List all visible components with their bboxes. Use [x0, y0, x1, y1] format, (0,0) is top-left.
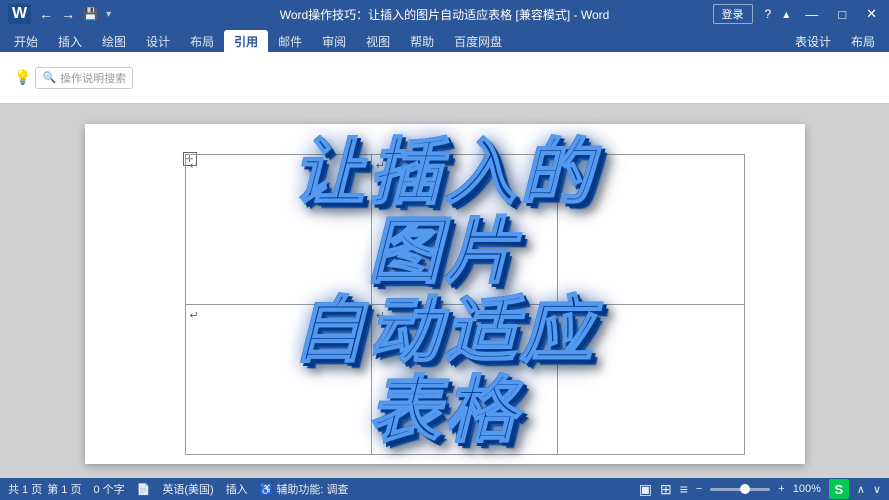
tab-mailings[interactable]: 邮件: [268, 30, 312, 52]
tab-insert[interactable]: 插入: [48, 30, 92, 52]
word-count: 0 个字: [93, 481, 124, 497]
table-row: ↵ ↵ ↵: [185, 305, 744, 455]
tab-help[interactable]: 帮助: [400, 30, 444, 52]
insert-mode[interactable]: 插入: [226, 481, 248, 497]
quick-access-redo[interactable]: →: [61, 6, 75, 22]
language[interactable]: 英语(美国): [162, 481, 213, 497]
search-placeholder: 操作说明搜索: [60, 70, 126, 86]
accessibility-label[interactable]: ♿ 辅助功能: 调查: [260, 481, 349, 497]
status-bar: 共 1 页 第 1 页 0 个字 📄 英语(美国) 插入 ♿ 辅助功能: 调查 …: [0, 478, 889, 500]
notification-chevron-down[interactable]: ∨: [873, 483, 881, 496]
ribbon-toolbar: 💡 🔍 操作说明搜索: [0, 52, 889, 104]
title-bar-left: W ← → 💾 ▾: [8, 4, 111, 24]
zoom-thumb: [740, 484, 750, 494]
document-table: ↵ ↵ ↵ ↵ ↵ ↵: [185, 154, 745, 455]
ribbon-toggle-icon[interactable]: ▴: [783, 7, 789, 21]
view-print-btn[interactable]: ▣: [639, 481, 652, 498]
accessibility-text: 辅助功能: 调查: [276, 481, 348, 497]
table-row: ↵ ↵ ↵: [185, 155, 744, 305]
zoom-minus-btn[interactable]: −: [696, 483, 702, 495]
tab-start[interactable]: 开始: [4, 30, 48, 52]
document-page: ✛ ↵ ↵ ↵ ↵ ↵ ↵ 让插入的图片自动适应表格: [85, 124, 805, 464]
notification-chevron-up[interactable]: ∧: [857, 483, 865, 496]
tab-table-layout[interactable]: 布局: [841, 30, 885, 52]
accessibility-icon: ♿: [260, 483, 274, 496]
tab-baidu[interactable]: 百度网盘: [444, 30, 512, 52]
ribbon-tabs: 开始 插入 绘图 设计 布局 引用 邮件 审阅 视图 帮助 百度网盘 表设计 布…: [0, 28, 889, 52]
title-bar-right: 登录 ? ▴ — □ ✕: [713, 4, 881, 24]
status-bar-right: ▣ ⊞ ≡ − + 100% S ∧ ∨: [639, 479, 881, 499]
win-maximize-button[interactable]: □: [834, 7, 850, 22]
view-web-btn[interactable]: ⊞: [660, 481, 672, 498]
zoom-level[interactable]: 100%: [793, 483, 821, 495]
lightbulb-icon: 💡: [14, 69, 31, 86]
view-read-btn[interactable]: ≡: [680, 481, 688, 497]
table-cell-r1c2[interactable]: ↵: [558, 305, 744, 455]
window-title: Word操作技巧：让插入的图片自动适应表格 [兼容模式] - Word: [280, 8, 610, 22]
login-button[interactable]: 登录: [713, 4, 753, 24]
page-info: 共 1 页 第 1 页: [8, 481, 81, 497]
tab-draw[interactable]: 绘图: [92, 30, 136, 52]
tab-design[interactable]: 设计: [136, 30, 180, 52]
word-icon: W: [8, 4, 31, 24]
s-logo[interactable]: S: [829, 479, 849, 499]
doc-area: ✛ ↵ ↵ ↵ ↵ ↵ ↵ 让插入的图片自动适应表格: [0, 104, 889, 478]
table-cell-r0c1[interactable]: ↵: [371, 155, 557, 305]
title-bar-center: Word操作技巧：让插入的图片自动适应表格 [兼容模式] - Word: [280, 6, 610, 23]
quick-access-undo[interactable]: ←: [39, 6, 53, 22]
tab-table-design[interactable]: 表设计: [785, 30, 841, 52]
search-box-toolbar[interactable]: 🔍 操作说明搜索: [35, 67, 133, 89]
quick-access-arrow[interactable]: ▾: [106, 9, 111, 20]
quick-access-save[interactable]: 💾: [83, 7, 98, 21]
tab-view[interactable]: 视图: [356, 30, 400, 52]
toolbar-group-main: 💡 🔍 操作说明搜索: [8, 58, 139, 98]
win-close-button[interactable]: ✕: [862, 6, 881, 22]
zoom-plus-btn[interactable]: +: [778, 483, 784, 495]
title-bar: W ← → 💾 ▾ Word操作技巧：让插入的图片自动适应表格 [兼容模式] -…: [0, 0, 889, 28]
zoom-slider[interactable]: [710, 488, 770, 491]
table-cell-r0c0[interactable]: ↵: [185, 155, 371, 305]
macro-icon[interactable]: 📄: [137, 483, 151, 496]
table-cell-r1c0[interactable]: ↵: [185, 305, 371, 455]
table-cell-r1c1[interactable]: ↵: [371, 305, 557, 455]
page-number: 第 1 页: [47, 481, 81, 497]
tab-review[interactable]: 审阅: [312, 30, 356, 52]
tab-references[interactable]: 引用: [224, 30, 268, 52]
help-icon[interactable]: ?: [765, 7, 772, 21]
table-cell-r0c2[interactable]: ↵: [558, 155, 744, 305]
win-minimize-button[interactable]: —: [801, 7, 822, 22]
search-icon: 🔍: [42, 71, 56, 84]
tab-layout[interactable]: 布局: [180, 30, 224, 52]
page-label: 共 1 页: [8, 481, 42, 497]
